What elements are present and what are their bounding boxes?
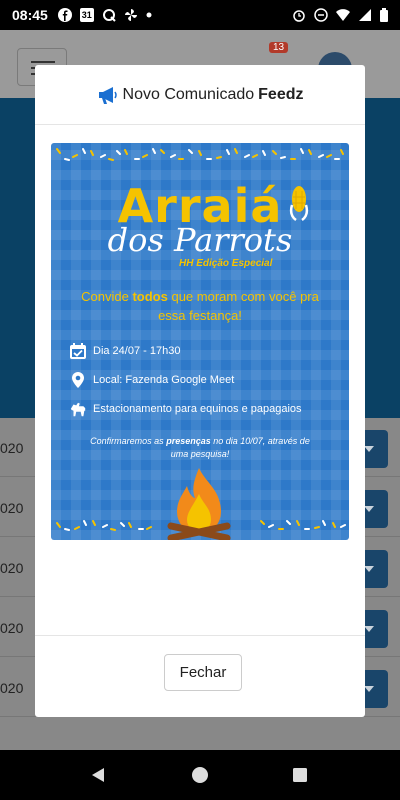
info-location-text: Local: Fazenda Google Meet [93,374,235,386]
confirm-text-bold: presenças [166,436,211,446]
flyer-subtitle: HH Edição Especial [179,258,273,269]
back-icon[interactable] [90,767,106,783]
announcement-flyer: Arraiá dos Parrots HH Edição Especial Co… [51,143,349,540]
notification-icons: 31 [57,8,152,22]
info-parking-text: Estacionamento para equinos e papagaios [93,403,302,415]
modal-header: Novo Comunicado Feedz [35,65,365,125]
modal-footer: Fechar [35,635,365,717]
list-item-date: 020 [0,440,24,456]
invite-text-bold: todos [132,289,168,304]
nav-bar [0,750,400,800]
list-item-date: 020 [0,500,24,516]
close-button[interactable]: Fechar [164,654,242,691]
facebook-icon [57,8,72,22]
pinwheel-icon [124,9,137,21]
dot-icon [146,12,152,18]
list-item-date: 020 [0,680,24,696]
modal-title-text: Novo Comunicado [122,85,255,103]
confirm-text-before: Confirmaremos as [90,436,164,446]
status-time: 08:45 [12,7,48,23]
info-parking: Estacionamento para equinos e papagaios [69,400,302,418]
bonfire-icon [167,468,231,540]
battery-icon [380,8,388,22]
status-bar: 08:45 31 [0,0,400,30]
modal-title-brand: Feedz [258,85,304,103]
system-icons [292,8,388,22]
invite-text-after: que moram com você pra essa festança! [158,289,319,323]
horse-icon [70,402,86,417]
signal-icon [359,9,371,21]
flyer-title-script: dos Parrots [107,221,293,259]
modal-title: Novo Comunicado Feedz [97,85,304,105]
list-item-date: 020 [0,620,24,636]
announcement-modal: Novo Comunicado Feedz Arraiá dos Parrots… [35,65,365,717]
alarm-icon [293,10,305,22]
home-icon[interactable] [191,766,209,784]
map-pin-icon [72,372,84,388]
sprinkles-top [56,148,344,161]
flyer-confirmation: Confirmaremos as presenças no dia 10/07,… [87,435,313,461]
flyer-invite: Convide todos que moram com você pra ess… [75,287,325,325]
notification-badge: 13 [269,42,289,53]
dnd-icon [314,8,328,22]
q-icon [102,9,116,22]
info-date: Dia 24/07 - 17h30 [69,342,180,360]
megaphone-icon [98,86,117,104]
calendar-check-icon [70,343,86,359]
list-item-date: 020 [0,560,24,576]
info-date-text: Dia 24/07 - 17h30 [93,345,181,357]
calendar-icon: 31 [79,8,94,22]
recents-icon[interactable] [292,767,308,783]
info-location: Local: Fazenda Google Meet [69,371,234,389]
wifi-icon [336,9,350,21]
invite-text-before: Convide [81,289,129,304]
